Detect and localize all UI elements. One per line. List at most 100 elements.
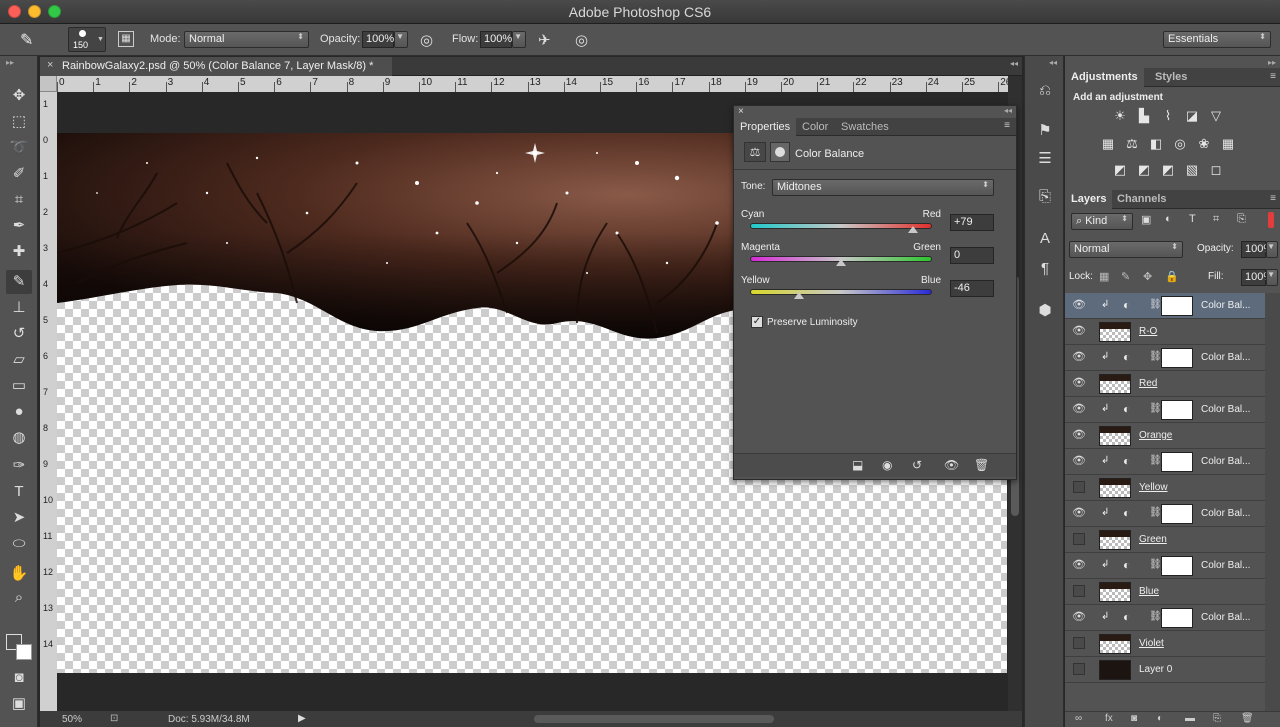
photo-filter-icon[interactable]: ◎ [1171, 136, 1189, 152]
layer-name[interactable]: Green [1139, 534, 1167, 545]
vibrance-icon[interactable]: ▽ [1207, 108, 1225, 124]
cyan-red-slider[interactable] [750, 223, 932, 229]
layer-name[interactable]: Layer 0 [1139, 664, 1172, 675]
layer-opacity-input[interactable]: 100% [1241, 241, 1273, 258]
dodge-tool-icon[interactable]: ◍ [6, 426, 32, 450]
eye-icon[interactable]: 👁 [1071, 505, 1087, 521]
layer-name[interactable]: Color Bal... [1201, 560, 1250, 571]
blur-tool-icon[interactable]: ● [6, 400, 32, 424]
fill-input[interactable]: 100% [1241, 269, 1273, 286]
hue-saturation-icon[interactable]: ▦ [1099, 136, 1117, 152]
layer-name[interactable]: Color Bal... [1201, 508, 1250, 519]
layer-row[interactable]: Layer 0 [1065, 657, 1265, 683]
eye-icon[interactable]: 👁 [1071, 375, 1087, 391]
link-icon[interactable]: ⛓ [1149, 403, 1162, 414]
slider-thumb[interactable] [836, 259, 846, 266]
history-panel-icon[interactable]: ⎌ [1033, 80, 1057, 102]
tab-properties[interactable]: Properties [734, 118, 797, 136]
link-layers-icon[interactable]: ∞ [1075, 713, 1082, 724]
eye-icon[interactable]: 👁 [1071, 557, 1087, 573]
layer-row[interactable]: 👁 ↲ ◐ ⛓ Color Bal... [1065, 345, 1265, 371]
fill-slider-toggle[interactable]: ▼ [1266, 269, 1278, 286]
layer-row[interactable]: Violet [1065, 631, 1265, 657]
magenta-green-value[interactable]: 0 [950, 247, 994, 264]
channel-mixer-icon[interactable]: ❀ [1195, 136, 1213, 152]
layer-name[interactable]: Red [1139, 378, 1157, 389]
slider-thumb[interactable] [794, 292, 805, 299]
horizontal-scroll-thumb[interactable] [534, 715, 774, 723]
zoom-tool-icon[interactable]: ⌕ [6, 586, 32, 610]
layer-thumbnail[interactable] [1099, 530, 1131, 550]
lock-image-icon[interactable]: ✎ [1121, 270, 1130, 283]
mode-dropdown[interactable]: Normal ⬍ [184, 31, 309, 48]
layer-name[interactable]: Color Bal... [1201, 404, 1250, 415]
layer-style-icon[interactable]: fx [1105, 713, 1113, 724]
layer-row[interactable]: 👁 ↲ ◐ ⛓ Color Bal... [1065, 553, 1265, 579]
layer-mask-thumbnail[interactable] [1161, 348, 1193, 368]
link-icon[interactable]: ⛓ [1149, 611, 1162, 622]
layer-row[interactable]: 👁 ↲ ◐ ⛓ Color Bal... [1065, 449, 1265, 475]
link-icon[interactable]: ⛓ [1149, 299, 1162, 310]
exposure-icon[interactable]: ◪ [1183, 108, 1201, 124]
adjustment-layer-icon[interactable]: ◐ [1123, 558, 1130, 572]
collapse-tools-icon[interactable]: ▸▸ [6, 58, 14, 67]
layer-name[interactable]: Blue [1139, 586, 1159, 597]
history-brush-tool-icon[interactable]: ↺ [6, 322, 32, 346]
visibility-off-icon[interactable] [1073, 533, 1085, 545]
healing-brush-tool-icon[interactable]: ✚ [6, 240, 32, 264]
brush-preset-picker[interactable]: 150 ▼ [68, 27, 106, 52]
workspace-dropdown[interactable]: Essentials ⬍ [1163, 31, 1271, 48]
close-panel-icon[interactable]: × [738, 106, 744, 117]
brush-tool-icon[interactable]: ✎ [20, 30, 33, 50]
new-layer-icon[interactable]: ⎘ [1213, 713, 1221, 724]
visibility-icon[interactable]: 👁 [944, 458, 959, 472]
collapse-dock-icon[interactable]: ▸▸ [1268, 58, 1276, 67]
adjustment-layer-icon[interactable]: ◐ [1123, 350, 1130, 364]
document-tab[interactable]: × RainbowGalaxy2.psd @ 50% (Color Balanc… [40, 57, 392, 76]
visibility-off-icon[interactable] [1073, 481, 1085, 493]
layer-opacity-slider-toggle[interactable]: ▼ [1266, 241, 1278, 258]
ruler-origin[interactable] [40, 76, 57, 92]
collapse-panel-icon[interactable]: ◂◂ [1004, 106, 1012, 115]
hand-tool-icon[interactable]: ✋ [6, 562, 32, 586]
curves-icon[interactable]: ⌇ [1159, 108, 1177, 124]
pressure-size-icon[interactable]: ◎ [575, 31, 588, 49]
filter-pixel-icon[interactable]: ▣ [1141, 213, 1151, 226]
layer-name[interactable]: R-O [1139, 326, 1157, 337]
marquee-tool-icon[interactable]: ⬚ [6, 110, 32, 134]
adjustment-layer-icon[interactable]: ◐ [1123, 402, 1130, 416]
brush-panel-toggle-icon[interactable]: ▦ [118, 31, 134, 47]
color-balance-adj-icon[interactable]: ⚖ [1123, 136, 1141, 152]
lock-all-icon[interactable]: 🔒 [1165, 270, 1179, 283]
new-adjustment-icon[interactable]: ◐ [1157, 713, 1163, 724]
3d-panel-icon[interactable]: ⬢ [1033, 300, 1057, 322]
collapse-panels-icon[interactable]: ◂◂ [1010, 59, 1018, 68]
layer-name[interactable]: Yellow [1139, 482, 1168, 493]
panel-menu-icon[interactable]: ≡ [1270, 193, 1276, 204]
new-group-icon[interactable]: ▬ [1185, 713, 1195, 724]
view-previous-state-icon[interactable]: ◉ [882, 458, 892, 472]
layer-name[interactable]: Violet [1139, 638, 1164, 649]
filter-type-icon[interactable]: T [1189, 213, 1196, 225]
levels-icon[interactable]: ▙ [1135, 108, 1153, 124]
black-white-icon[interactable]: ◧ [1147, 136, 1165, 152]
gradient-tool-icon[interactable]: ▭ [6, 374, 32, 398]
selective-color-icon[interactable]: ◻ [1207, 162, 1225, 178]
mask-icon[interactable] [770, 142, 790, 162]
layer-thumbnail[interactable] [1099, 322, 1131, 342]
cyan-red-value[interactable]: +79 [950, 214, 994, 231]
pressure-opacity-icon[interactable]: ◎ [420, 31, 433, 49]
layer-mask-thumbnail[interactable] [1161, 296, 1193, 316]
adjustment-layer-icon[interactable]: ◐ [1123, 454, 1130, 468]
layer-row[interactable]: Blue [1065, 579, 1265, 605]
eye-icon[interactable]: 👁 [1071, 349, 1087, 365]
layer-thumbnail[interactable] [1099, 478, 1131, 498]
layer-mask-thumbnail[interactable] [1161, 400, 1193, 420]
adjustment-layer-icon[interactable]: ◐ [1123, 506, 1130, 520]
eye-icon[interactable]: 👁 [1071, 297, 1087, 313]
visibility-off-icon[interactable] [1073, 663, 1085, 675]
layer-name[interactable]: Color Bal... [1201, 352, 1250, 363]
slider-thumb[interactable] [907, 226, 918, 233]
layer-row[interactable]: 👁 ↲ ◐ ⛓ Color Bal... [1065, 501, 1265, 527]
status-menu-arrow-icon[interactable]: ▶ [298, 713, 306, 724]
